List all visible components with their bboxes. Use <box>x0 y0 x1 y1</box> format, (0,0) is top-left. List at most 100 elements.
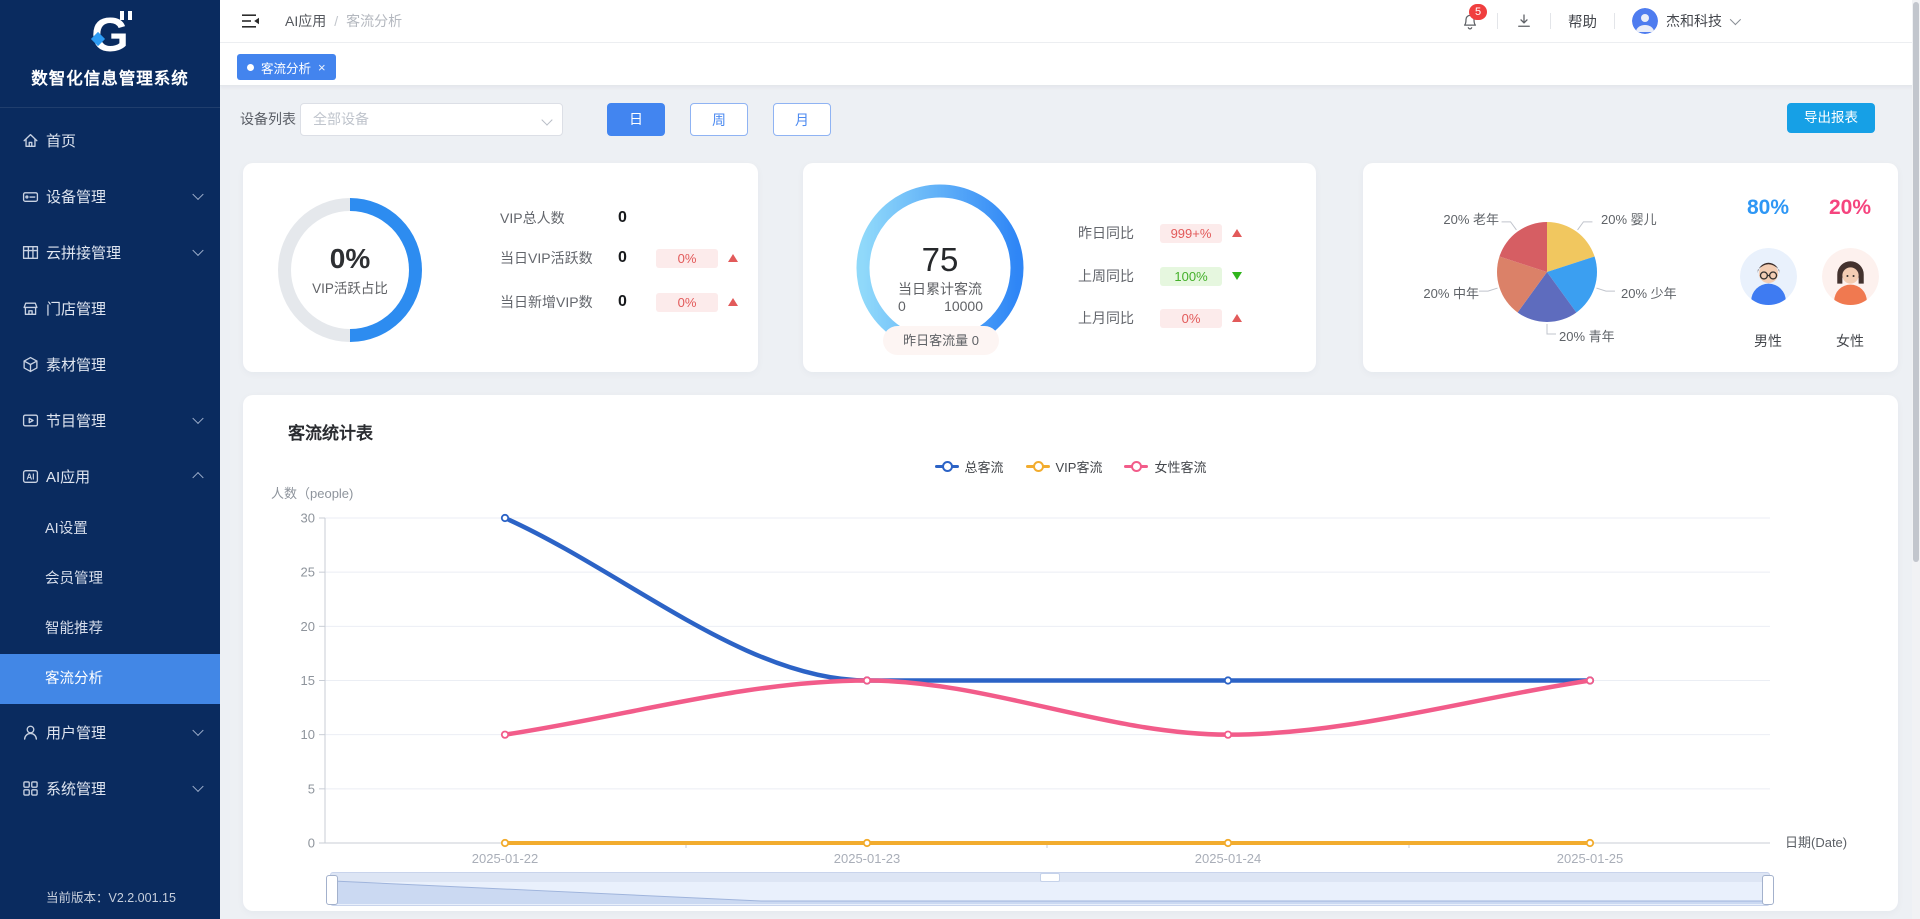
pie-label-老年: 20% 老年 <box>1433 209 1499 228</box>
notification-bell-icon[interactable]: 5 <box>1460 10 1480 32</box>
stat-row-value: 0 <box>618 249 656 267</box>
header: AI应用 / 客流分析 5 帮助 <box>220 0 1920 43</box>
tab-passenger-analysis[interactable]: 客流分析 × <box>237 54 336 80</box>
sidebar-item-4[interactable]: 素材管理 <box>0 336 220 392</box>
svg-text:20: 20 <box>301 619 315 634</box>
period-button-周[interactable]: 周 <box>690 103 748 136</box>
page-scrollbar-track[interactable] <box>1912 0 1920 919</box>
logo-tick <box>128 11 132 20</box>
stat-row-label: 昨日同比 <box>1078 223 1160 243</box>
sidebar-subitem-会员管理[interactable]: 会员管理 <box>0 554 220 604</box>
sidebar-subitem-客流分析[interactable]: 客流分析 <box>0 654 220 704</box>
female-percentage: 20% <box>1815 196 1885 220</box>
stat-row-badge: 999+% <box>1160 224 1222 243</box>
sidebar-item-label: AI应用 <box>46 466 90 487</box>
datazoom-grip[interactable] <box>1040 873 1060 882</box>
user-menu[interactable]: 杰和科技 <box>1632 8 1738 34</box>
help-link[interactable]: 帮助 <box>1568 11 1597 32</box>
sidebar-subitem-智能推荐[interactable]: 智能推荐 <box>0 604 220 654</box>
divider <box>1497 13 1498 29</box>
sidebar: G 数智化信息管理系统 首页设备管理云拼接管理门店管理素材管理节目管理AIAI应… <box>0 0 220 919</box>
chevron-down-icon <box>192 781 203 792</box>
sidebar-item-label: 设备管理 <box>46 186 106 207</box>
sidebar-item-label: 门店管理 <box>46 298 106 319</box>
vip-stats-card: 0% VIP活跃占比 VIP总人数0当日VIP活跃数00%当日新增VIP数00% <box>243 163 758 372</box>
logo-tick <box>120 11 124 20</box>
male-label: 男性 <box>1733 331 1803 351</box>
sidebar-menu: 首页设备管理云拼接管理门店管理素材管理节目管理 AI AI应用 AI设置会员管理智能推… <box>0 112 220 816</box>
chevron-down-icon <box>192 413 203 424</box>
version-label: 当前版本：V2.2.001.15 <box>46 887 176 906</box>
gauge-max: 10000 <box>944 298 983 314</box>
sidebar-item-6[interactable]: AI AI应用 <box>0 448 220 504</box>
download-icon[interactable] <box>1515 12 1533 30</box>
page-scrollbar-thumb[interactable] <box>1913 2 1919 562</box>
logo-icon: G <box>80 8 140 64</box>
vip-donut-chart: 0% VIP活跃占比 <box>278 198 422 342</box>
breadcrumb: AI应用 / 客流分析 <box>285 11 402 31</box>
stat-row-当日新增VIP数: 当日新增VIP数00% <box>500 290 738 314</box>
device-select[interactable]: 全部设备 <box>300 103 563 136</box>
period-button-日[interactable]: 日 <box>607 103 665 136</box>
legend-总客流[interactable]: 总客流 <box>935 457 1004 476</box>
svg-text:日期(Date): 日期(Date) <box>1785 835 1847 850</box>
sidebar-item-label: 素材管理 <box>46 354 106 375</box>
svg-text:25: 25 <box>301 565 315 580</box>
stat-row-上周同比: 上周同比100% <box>1078 264 1242 288</box>
demographics-card: 20% 婴儿20% 少年20% 青年20% 中年20% 老年 80% 20% 男… <box>1363 163 1898 372</box>
sidebar-item-5[interactable]: 节目管理 <box>0 392 220 448</box>
tab-close-icon[interactable]: × <box>318 60 326 75</box>
ai-icon: AI <box>22 468 39 485</box>
export-report-button[interactable]: 导出报表 <box>1787 103 1875 133</box>
sidebar-item-8[interactable]: 系统管理 <box>0 760 220 816</box>
stat-row-badge: 0% <box>656 249 718 268</box>
stat-row-上月同比: 上月同比0% <box>1078 306 1242 330</box>
sidebar-item-label: 云拼接管理 <box>46 242 121 263</box>
pie-label-少年: 20% 少年 <box>1621 283 1677 302</box>
sidebar-item-2[interactable]: 云拼接管理 <box>0 224 220 280</box>
trend-up-icon <box>1232 314 1242 322</box>
trend-up-icon <box>728 298 738 306</box>
traffic-gauge-label: 当日累计客流 <box>860 279 1020 299</box>
breadcrumb-separator: / <box>334 13 338 29</box>
splice-icon <box>22 244 39 261</box>
sidebar-item-3[interactable]: 门店管理 <box>0 280 220 336</box>
sidebar-item-1[interactable]: 设备管理 <box>0 168 220 224</box>
trend-up-icon <box>1232 229 1242 237</box>
chevron-down-icon <box>192 725 203 736</box>
legend-VIP客流[interactable]: VIP客流 <box>1026 457 1103 476</box>
legend-女性客流[interactable]: 女性客流 <box>1124 457 1206 476</box>
pie-label-青年: 20% 青年 <box>1559 326 1615 345</box>
sidebar-subitem-AI设置[interactable]: AI设置 <box>0 504 220 554</box>
female-avatar-icon <box>1822 248 1879 305</box>
trend-down-icon <box>1232 272 1242 280</box>
traffic-statistics-card: 客流统计表 总客流VIP客流女性客流 人数（people) 0510152025… <box>243 395 1898 911</box>
sidebar-item-7[interactable]: 用户管理 <box>0 704 220 760</box>
pie-label-中年: 20% 中年 <box>1413 283 1479 302</box>
svg-text:15: 15 <box>301 673 315 688</box>
vip-donut-label: VIP活跃占比 <box>312 277 388 297</box>
system-icon <box>22 780 39 797</box>
svg-text:0: 0 <box>308 836 315 851</box>
divider <box>1550 13 1551 29</box>
breadcrumb-parent[interactable]: AI应用 <box>285 11 326 31</box>
datazoom-right-handle[interactable] <box>1762 875 1774 905</box>
traffic-stats-card: 75 当日累计客流 0 10000 昨日客流量 0 昨日同比999+%上周同比1… <box>803 163 1316 372</box>
stat-row-label: 当日VIP活跃数 <box>500 248 618 268</box>
home-icon <box>22 132 39 149</box>
tab-strip: 客流分析 × <box>220 43 1920 86</box>
user-icon <box>22 724 39 741</box>
app-root: G 数智化信息管理系统 首页设备管理云拼接管理门店管理素材管理节目管理AIAI应… <box>0 0 1920 919</box>
store-icon <box>22 300 39 317</box>
menu-fold-icon[interactable] <box>242 14 260 28</box>
datazoom-slider[interactable] <box>330 872 1770 906</box>
sidebar-item-0[interactable]: 首页 <box>0 112 220 168</box>
datazoom-left-handle[interactable] <box>326 875 338 905</box>
y-axis-label: 人数（people) <box>271 483 353 502</box>
svg-text:2025-01-22: 2025-01-22 <box>472 851 539 866</box>
vip-donut-value: 0% <box>330 243 370 275</box>
period-button-月[interactable]: 月 <box>773 103 831 136</box>
tab-label: 客流分析 <box>261 58 311 77</box>
pie-label-婴儿: 20% 婴儿 <box>1601 209 1657 228</box>
sidebar-item-label: 节目管理 <box>46 410 106 431</box>
